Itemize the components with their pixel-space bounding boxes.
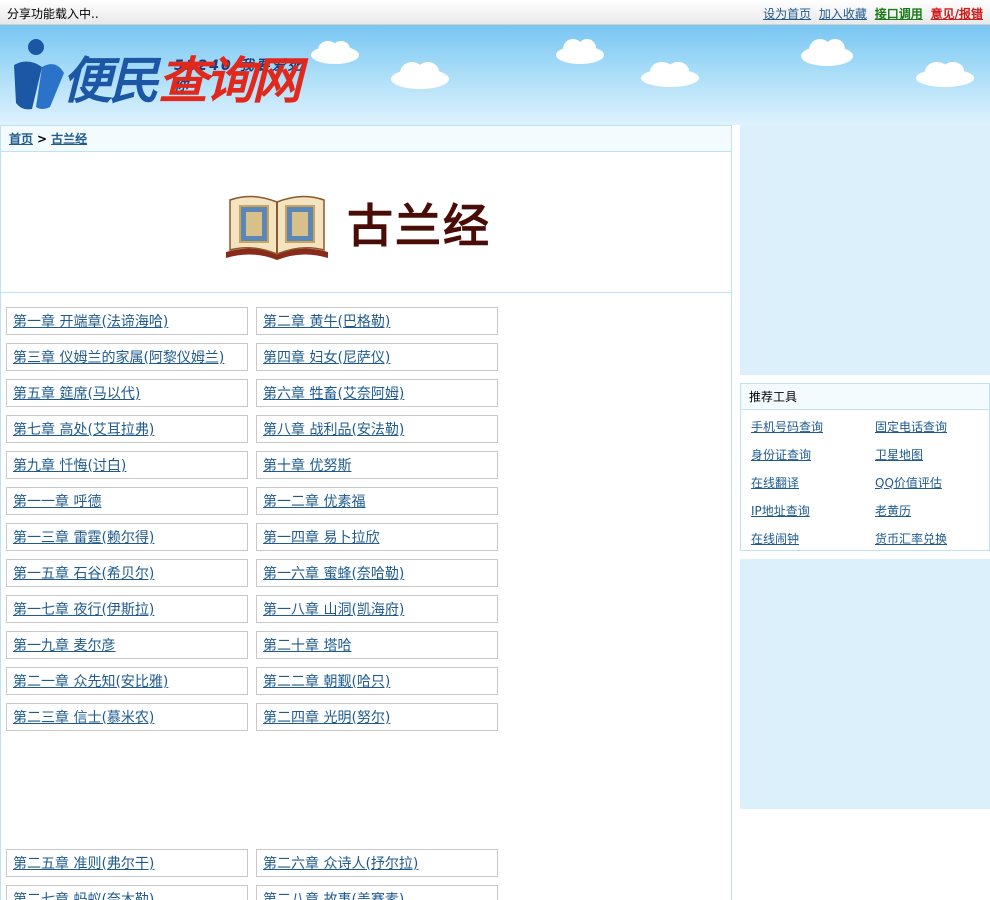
chapter-link[interactable]: 第二六章 众诗人(抒尔拉) bbox=[263, 856, 418, 872]
chapter-link[interactable]: 第一章 开端章(法谛海哈) bbox=[13, 314, 168, 330]
chapter-item: 第一四章 易卜拉欣 bbox=[256, 523, 498, 551]
tool-link-id-card-lookup[interactable]: 身份证查询 bbox=[751, 446, 811, 463]
chapter-item: 第二六章 众诗人(抒尔拉) bbox=[256, 849, 498, 877]
cloud-decoration bbox=[556, 39, 604, 64]
chapter-item: 第二一章 众先知(安比雅) bbox=[6, 667, 248, 695]
chapter-link[interactable]: 第六章 牲畜(艾奈阿姆) bbox=[263, 386, 404, 402]
tool-link-landline-lookup[interactable]: 固定电话查询 bbox=[875, 418, 947, 435]
chapter-item: 第二二章 朝觐(哈只) bbox=[256, 667, 498, 695]
breadcrumb-separator: > bbox=[37, 132, 48, 146]
chapter-item: 第二章 黄牛(巴格勒) bbox=[256, 307, 498, 335]
chapter-link[interactable]: 第九章 忏悔(讨白) bbox=[13, 458, 126, 474]
sidebar-ad-bottom bbox=[740, 559, 990, 809]
chapter-link[interactable]: 第二三章 信士(慕米农) bbox=[13, 710, 154, 726]
logo-text-blue: 便民 bbox=[62, 51, 159, 110]
chapter-item: 第六章 牲畜(艾奈阿姆) bbox=[256, 379, 498, 407]
top-links: 设为首页 加入收藏 接口调用 意见/报错 bbox=[759, 5, 983, 22]
chapter-item: 第一八章 山洞(凯海府) bbox=[256, 595, 498, 623]
chapter-item: 第二五章 准则(弗尔干) bbox=[6, 849, 248, 877]
cloud-decoration bbox=[641, 62, 699, 87]
chapter-link[interactable]: 第一八章 山洞(凯海府) bbox=[263, 602, 404, 618]
tool-link-satellite-map[interactable]: 卫星地图 bbox=[875, 446, 923, 463]
tool-link-ip-lookup[interactable]: IP地址查询 bbox=[751, 502, 810, 519]
chapter-item: 第二十章 塔哈 bbox=[256, 631, 498, 659]
chapter-link[interactable]: 第三章 仪姆兰的家属(阿黎仪姆兰) bbox=[13, 350, 224, 366]
chapter-item: 第一九章 麦尔彦 bbox=[6, 631, 248, 659]
logo-figure-icon bbox=[14, 39, 64, 110]
chapter-item: 第一一章 呼德 bbox=[6, 487, 248, 515]
tool-link-translate[interactable]: 在线翻译 bbox=[751, 474, 799, 491]
chapter-link[interactable]: 第二二章 朝觐(哈只) bbox=[263, 674, 390, 690]
breadcrumb: 首页 > 古兰经 bbox=[1, 126, 731, 152]
cloud-decoration bbox=[801, 39, 853, 66]
recommended-tools-panel: 推荐工具 手机号码查询 固定电话查询 身份证查询 卫星地图 在线翻译 QQ价值评… bbox=[740, 383, 990, 551]
tool-link-currency-exchange[interactable]: 货币汇率兑换 bbox=[875, 530, 947, 547]
chapter-link[interactable]: 第一六章 蜜蜂(奈哈勒) bbox=[263, 566, 404, 582]
chapter-item: 第一二章 优素福 bbox=[256, 487, 498, 515]
chapter-link[interactable]: 第一四章 易卜拉欣 bbox=[263, 530, 379, 546]
feedback-link[interactable]: 意见/报错 bbox=[931, 7, 983, 21]
share-loading-text: 分享功能载入中.. bbox=[7, 7, 99, 21]
sidebar-ad-top bbox=[740, 125, 990, 375]
chapter-link[interactable]: 第十章 优努斯 bbox=[263, 458, 351, 474]
chapter-link[interactable]: 第二十章 塔哈 bbox=[263, 638, 351, 654]
chapter-link[interactable]: 第一九章 麦尔彦 bbox=[13, 638, 115, 654]
open-book-icon bbox=[226, 195, 328, 260]
chapter-link[interactable]: 第一七章 夜行(伊斯拉) bbox=[13, 602, 154, 618]
chapter-item: 第二七章 蚂蚁(奈木勒) bbox=[6, 885, 248, 900]
chapter-item: 第二三章 信士(慕米农) bbox=[6, 703, 248, 731]
chapter-link[interactable]: 第二五章 准则(弗尔干) bbox=[13, 856, 154, 872]
chapter-link[interactable]: 第四章 妇女(尼萨仪) bbox=[263, 350, 390, 366]
site-logo[interactable]: 51240 我要爱死你 便民 查询网 bbox=[8, 35, 318, 121]
tool-link-almanac[interactable]: 老黄历 bbox=[875, 502, 911, 519]
chapter-item: 第五章 筵席(马以代) bbox=[6, 379, 248, 407]
tools-title: 推荐工具 bbox=[741, 384, 989, 410]
chapter-item: 第七章 高处(艾耳拉弗) bbox=[6, 415, 248, 443]
top-bar: 分享功能载入中.. 设为首页 加入收藏 接口调用 意见/报错 bbox=[0, 0, 990, 25]
chapter-item: 第一六章 蜜蜂(奈哈勒) bbox=[256, 559, 498, 587]
chapter-link[interactable]: 第二一章 众先知(安比雅) bbox=[13, 674, 168, 690]
site-header: 51240 我要爱死你 便民 查询网 bbox=[0, 25, 990, 125]
tool-link-alarm-clock[interactable]: 在线闹钟 bbox=[751, 530, 799, 547]
chapter-link[interactable]: 第一二章 优素福 bbox=[263, 494, 365, 510]
chapter-item: 第一七章 夜行(伊斯拉) bbox=[6, 595, 248, 623]
chapter-item: 第三章 仪姆兰的家属(阿黎仪姆兰) bbox=[6, 343, 248, 371]
api-link[interactable]: 接口调用 bbox=[875, 7, 923, 21]
logo-text-red: 查询网 bbox=[158, 51, 302, 110]
chapter-link[interactable]: 第五章 筵席(马以代) bbox=[13, 386, 140, 402]
chapter-link[interactable]: 第一三章 雷霆(赖尔得) bbox=[13, 530, 154, 546]
chapter-item: 第八章 战利品(安法勒) bbox=[256, 415, 498, 443]
chapter-item: 第四章 妇女(尼萨仪) bbox=[256, 343, 498, 371]
breadcrumb-home-link[interactable]: 首页 bbox=[9, 132, 33, 146]
banner-title: 古兰经 bbox=[347, 199, 491, 253]
breadcrumb-current-link[interactable]: 古兰经 bbox=[51, 132, 87, 146]
chapter-item: 第九章 忏悔(讨白) bbox=[6, 451, 248, 479]
chapter-link[interactable]: 第八章 战利品(安法勒) bbox=[263, 422, 404, 438]
cloud-decoration bbox=[916, 62, 974, 87]
chapter-link[interactable]: 第一五章 石谷(希贝尔) bbox=[13, 566, 154, 582]
chapter-link[interactable]: 第二八章 故事(盖赛素) bbox=[263, 892, 404, 900]
tool-link-qq-value[interactable]: QQ价值评估 bbox=[875, 474, 942, 491]
add-favorite-link[interactable]: 加入收藏 bbox=[819, 7, 867, 21]
set-homepage-link[interactable]: 设为首页 bbox=[763, 7, 811, 21]
chapter-link[interactable]: 第七章 高处(艾耳拉弗) bbox=[13, 422, 154, 438]
chapter-link[interactable]: 第二章 黄牛(巴格勒) bbox=[263, 314, 390, 330]
main-content: 首页 > 古兰经 古兰经 第一章 开端章(法谛海哈) 第二章 黄牛(巴格勒) 第三章… bbox=[0, 125, 732, 900]
cloud-decoration bbox=[391, 62, 449, 89]
chapter-link[interactable]: 第二七章 蚂蚁(奈木勒) bbox=[13, 892, 154, 900]
chapter-item: 第二四章 光明(努尔) bbox=[256, 703, 498, 731]
chapter-item: 第一五章 石谷(希贝尔) bbox=[6, 559, 248, 587]
chapter-link[interactable]: 第二四章 光明(努尔) bbox=[263, 710, 390, 726]
chapter-item: 第一章 开端章(法谛海哈) bbox=[6, 307, 248, 335]
page-banner: 古兰经 bbox=[1, 152, 731, 293]
chapter-item: 第二八章 故事(盖赛素) bbox=[256, 885, 498, 900]
tool-link-mobile-lookup[interactable]: 手机号码查询 bbox=[751, 418, 823, 435]
chapter-item: 第十章 优努斯 bbox=[256, 451, 498, 479]
chapter-item: 第一三章 雷霆(赖尔得) bbox=[6, 523, 248, 551]
chapter-link[interactable]: 第一一章 呼德 bbox=[13, 494, 101, 510]
